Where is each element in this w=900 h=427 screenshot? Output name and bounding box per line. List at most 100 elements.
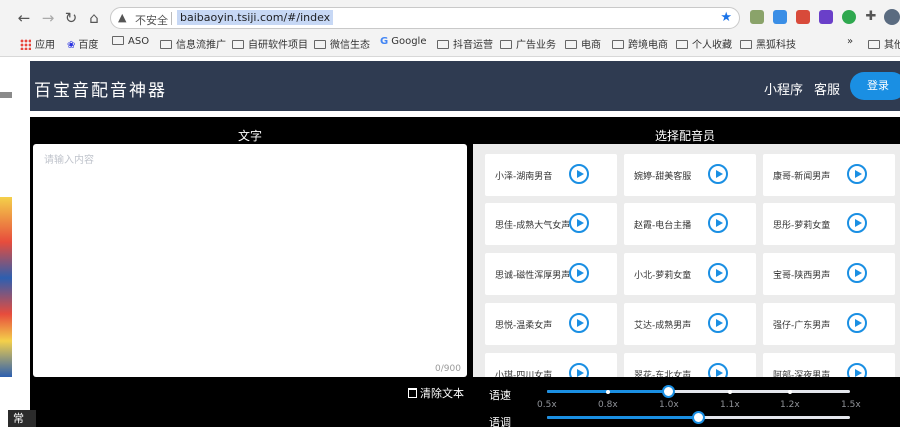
play-icon[interactable] (569, 164, 589, 184)
bookmark-star-icon[interactable]: ★ (720, 10, 732, 25)
extension-image-icon[interactable] (750, 10, 764, 24)
play-icon[interactable] (708, 313, 728, 333)
play-icon[interactable] (708, 164, 728, 184)
bookmark-folder-aso[interactable]: ASO (112, 36, 149, 47)
play-icon[interactable] (847, 363, 867, 377)
play-icon[interactable] (708, 213, 728, 233)
voice-card[interactable]: 思诚-磁性浑厚男声 (485, 253, 617, 295)
play-icon[interactable] (847, 313, 867, 333)
bookmark-label: 其他 (884, 40, 900, 51)
nav-customer-service[interactable]: 客服 (814, 79, 840, 98)
play-icon[interactable] (569, 263, 589, 283)
bookmark-label: 百度 (78, 40, 99, 51)
home-icon[interactable]: ⌂ (85, 9, 103, 27)
bookmark-folder-projects[interactable]: 自研软件项目 (232, 36, 308, 51)
play-icon[interactable] (847, 263, 867, 283)
bookmark-folder-douyin[interactable]: 抖音运营 (437, 36, 493, 51)
play-icon[interactable] (569, 313, 589, 333)
bookmark-folder-wechat[interactable]: 微信生态 (314, 36, 370, 51)
voice-card[interactable]: 小北-萝莉女童 (624, 253, 756, 295)
bookmark-folder-ads[interactable]: 广告业务 (500, 36, 556, 51)
bookmarks-overflow[interactable]: » (847, 36, 853, 47)
clear-text-button[interactable]: 清除文本 (408, 385, 464, 401)
browser-toolbar: ← → ↻ ⌂ ▲ 不安全 baibaoyin.tsiji.com/#/inde… (0, 0, 900, 57)
forward-icon[interactable]: → (39, 9, 57, 27)
extension-calendar-icon[interactable] (796, 10, 810, 24)
workspace: 文字 0/900 选择配音员 小泽-湖南男音 婉婷-甜美客服 康哥-新闻男声 思… (30, 117, 900, 427)
bookmark-apps[interactable]: 应用 (20, 36, 55, 51)
pitch-label: 语调 (489, 416, 511, 427)
warning-icon: ▲ (118, 11, 127, 24)
voice-card[interactable]: 翠花-东北女声 (624, 353, 756, 377)
extension-check-icon[interactable] (842, 10, 856, 24)
play-icon[interactable] (708, 363, 728, 377)
app-header: 百宝音配音神器 小程序 客服 登录 (30, 61, 900, 111)
bookmark-folder-heihu[interactable]: 黑狐科技 (740, 36, 796, 51)
bookmark-google[interactable]: G Google (380, 36, 426, 47)
play-icon[interactable] (847, 164, 867, 184)
voice-name: 小琪-四川女声 (495, 371, 553, 377)
folder-icon (112, 36, 124, 45)
voice-card[interactable]: 康哥-新闻男声 (763, 154, 895, 196)
profile-avatar[interactable] (884, 9, 900, 25)
bookmark-folder-crossborder[interactable]: 跨境电商 (612, 36, 668, 51)
voice-card[interactable]: 小泽-湖南男音 (485, 154, 617, 196)
reload-icon[interactable]: ↻ (62, 9, 80, 27)
voice-card[interactable]: 思彤-萝莉女童 (763, 203, 895, 245)
folder-icon (565, 40, 577, 49)
text-input[interactable] (33, 144, 467, 377)
folder-icon (160, 40, 172, 49)
voice-card[interactable]: 强仔-广东男声 (763, 303, 895, 345)
extension-chart-icon[interactable] (773, 10, 787, 24)
voice-name: 康哥-新闻男声 (773, 172, 831, 182)
bookmark-folder-other[interactable]: 其他 (868, 36, 900, 51)
address-bar[interactable]: ▲ 不安全 baibaoyin.tsiji.com/#/index ★ (110, 7, 740, 29)
text-panel-title: 文字 (237, 129, 262, 143)
voice-card[interactable]: 小琪-四川女声 (485, 353, 617, 377)
play-icon[interactable] (569, 363, 589, 377)
bookmark-label: 信息流推广 (176, 40, 226, 51)
voice-card[interactable]: 宝哥-陕西男声 (763, 253, 895, 295)
voice-name: 强仔-广东男声 (773, 321, 831, 331)
folder-icon (676, 40, 688, 49)
bookmark-folder-feed-ads[interactable]: 信息流推广 (160, 36, 226, 51)
clear-text-label: 清除文本 (420, 387, 464, 400)
folder-icon (868, 40, 880, 49)
nav-miniprogram[interactable]: 小程序 (764, 79, 803, 98)
voice-name: 阿部-深夜男声 (773, 371, 831, 377)
slider-stop (606, 389, 610, 394)
play-icon[interactable] (708, 263, 728, 283)
bookmark-folder-personal[interactable]: 个人收藏 (676, 36, 732, 51)
bookmark-label: 跨境电商 (628, 40, 668, 51)
voice-name: 思悦-温柔女声 (495, 321, 553, 331)
voice-grid: 小泽-湖南男音 婉婷-甜美客服 康哥-新闻男声 思佳-成熟大气女声 赵霞-电台主… (473, 144, 900, 377)
extension-euro-icon[interactable] (819, 10, 833, 24)
bookmark-baidu[interactable]: ❀ 百度 (67, 36, 98, 51)
voice-card[interactable]: 艾达-成熟男声 (624, 303, 756, 345)
voice-name: 婉婷-甜美客服 (634, 172, 692, 182)
voice-card[interactable]: 思佳-成熟大气女声 (485, 203, 617, 245)
extensions-puzzle-icon[interactable]: ✚ (862, 8, 880, 26)
folder-icon (437, 40, 449, 49)
voice-card[interactable]: 阿部-深夜男声 (763, 353, 895, 377)
google-icon: G (380, 36, 389, 47)
tick-label: 1.0x (659, 400, 679, 410)
bookmark-label: 电商 (581, 40, 601, 51)
voice-card[interactable]: 赵霞-电台主播 (624, 203, 756, 245)
play-icon[interactable] (847, 213, 867, 233)
speed-slider-thumb[interactable] (662, 385, 675, 398)
url-text[interactable]: baibaoyin.tsiji.com/#/index (177, 10, 334, 25)
background-window-edge (0, 57, 12, 427)
trash-icon (408, 388, 417, 398)
pitch-slider-thumb[interactable] (692, 411, 705, 424)
folder-icon (612, 40, 624, 49)
pitch-slider[interactable] (547, 411, 850, 424)
voice-card[interactable]: 思悦-温柔女声 (485, 303, 617, 345)
login-button[interactable]: 登录 (850, 72, 900, 100)
voice-card[interactable]: 婉婷-甜美客服 (624, 154, 756, 196)
bookmark-folder-ecommerce[interactable]: 电商 (565, 36, 601, 51)
play-icon[interactable] (569, 213, 589, 233)
speed-slider[interactable] (547, 385, 850, 398)
back-icon[interactable]: ← (15, 9, 33, 27)
taskbar-chip[interactable]: 常 (8, 410, 36, 427)
